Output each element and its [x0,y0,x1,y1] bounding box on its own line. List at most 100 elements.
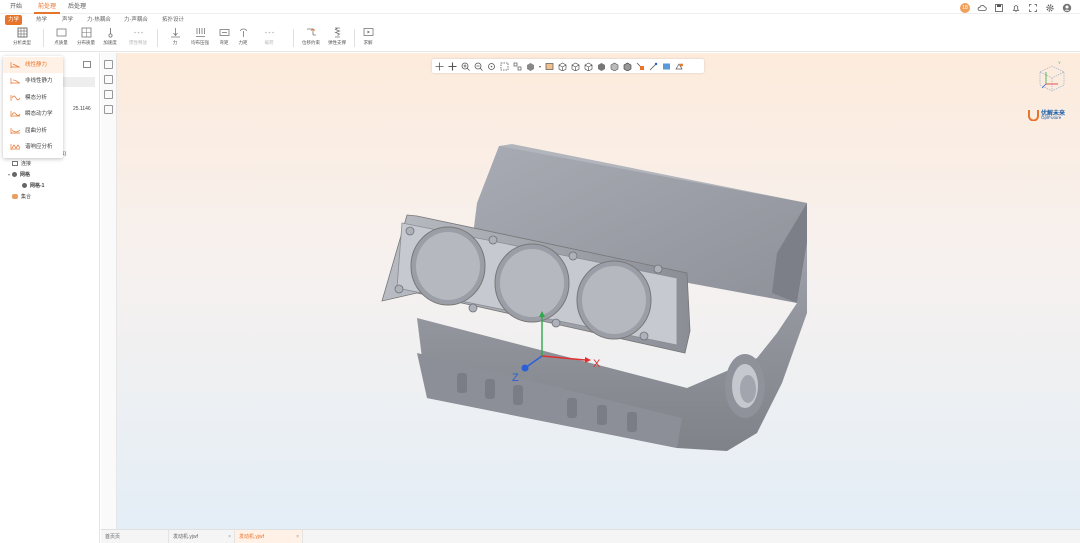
inertia-relief-button[interactable]: 惯性释放 [126,27,150,51]
toolbar-divider [354,29,355,47]
mesh-icon [12,172,18,178]
tool-label: 均布压强 [191,40,209,45]
dropdown-item-label: 屈曲分析 [25,128,48,134]
subtab-topology[interactable]: 拓扑设计 [162,15,184,25]
dropdown-item-linear-static[interactable]: 线性静力 [3,57,63,73]
uniform-pressure-button[interactable]: 均布压强 [188,27,212,51]
uniform-pressure-icon [195,28,205,37]
close-icon[interactable]: × [296,530,299,543]
settings-icon[interactable] [1045,3,1055,13]
modal-analysis-icon [10,95,21,101]
dropdown-item-transient[interactable]: 瞬态动力学 [3,106,63,122]
list-view-icon[interactable] [104,90,113,99]
harmonic-response-icon [10,144,21,150]
acceleration-icon [108,28,113,38]
tree-item-connection[interactable]: 连接 [12,160,31,168]
point-mass-icon [56,28,66,37]
subtab-mechanics[interactable]: 力学 [5,15,23,25]
load-button[interactable]: 载荷 [257,27,281,51]
grid-view-icon[interactable] [104,105,113,114]
tree-item-set[interactable]: 集合 [12,193,31,201]
point-mass-button[interactable]: 点质量 [49,27,73,51]
subtab-acoustic[interactable]: 声学 [62,15,73,25]
inertia-relief-icon [133,31,143,34]
tree-item-mesh[interactable]: ▾ 网格 [8,171,30,179]
panel-collapse-icon[interactable] [83,61,91,68]
tool-label: 加速度 [103,40,117,45]
distributed-mass-button[interactable]: 分布质量 [74,27,98,51]
tab-label: 发动机.yjwf [173,534,199,540]
displacement-constraint-icon [306,28,316,36]
tool-label: 惯性释放 [129,40,147,45]
dropdown-item-harmonic[interactable]: 谐响应分析 [3,139,63,155]
dropdown-item-buckling[interactable]: 屈曲分析 [3,123,63,139]
analysis-type-label: 分析类型 [13,40,31,45]
dropdown-item-label: 非线性静力 [25,78,53,84]
axis-x-label: X [593,358,601,370]
top-icons: 18 [960,2,1072,14]
image-view-icon[interactable] [104,75,113,84]
tree-item-label: 连接 [21,161,32,167]
subtab-thermal[interactable]: 热学 [36,15,47,25]
analysis-type-button[interactable]: 分析类型 [7,27,37,51]
tab-engine-file-2[interactable]: 发动机.yjwf × [235,530,303,543]
tab-label: 首页页 [105,534,121,540]
engine-block-model[interactable]: X Z Y [117,53,1080,529]
3d-viewport[interactable]: ▾ Y 优解未来 OptFuture X Z Y [117,53,1080,529]
linear-static-icon [10,62,20,68]
bell-icon[interactable] [1011,3,1021,13]
top-menu-bar: 开始 前处理 后处理 18 [0,0,1080,14]
chevron-down-icon[interactable]: ▾ [8,172,10,177]
tab-home[interactable]: 首页页 [101,530,169,543]
tab-label: 发动机.yjwf [239,534,265,540]
menu-preprocess[interactable]: 前处理 [33,0,61,14]
nonlinear-static-icon [10,78,20,84]
mesh-icon [22,183,27,189]
dropdown-item-modal[interactable]: 模态分析 [3,90,63,106]
elastic-support-button[interactable]: 弹性支撑 [325,27,349,51]
tab-engine-file-1[interactable]: 发动机.yjwf × [169,530,235,543]
torque-icon [239,28,247,37]
model-view-icon[interactable] [104,60,113,69]
force-icon [170,28,180,38]
menu-start[interactable]: 开始 [10,0,22,14]
transient-dynamics-icon [10,111,21,117]
toolbar-divider [43,29,44,47]
subtab-thermal-coupling[interactable]: 力-热耦合 [87,15,111,25]
tree-item-label: 网格-1 [30,183,45,189]
tool-label: 点质量 [54,40,68,45]
save-icon[interactable] [994,3,1004,13]
solve-button[interactable]: 求解 [356,27,380,51]
tool-label: 弹性支撑 [328,40,346,45]
ribbon-toolbar: 分析类型 点质量 分布质量 加速度 惯性释放 力 均布压强 弯矩 力矩 载荷 位… [0,25,1080,52]
dropdown-item-label: 模态分析 [25,95,48,101]
tool-label: 载荷 [264,40,274,45]
torque-button[interactable]: 力矩 [231,27,255,51]
document-tab-bar: 首页页 发动机.yjwf × 发动机.yjwf × [101,529,1080,543]
set-icon [12,194,18,200]
account-icon[interactable] [1062,3,1072,13]
axis-z-label: Z [512,372,519,384]
dropdown-item-label: 线性静力 [25,62,48,68]
load-icon [264,31,274,34]
tool-label: 力矩 [238,40,248,45]
fullscreen-icon[interactable] [1028,3,1038,13]
elastic-support-icon [333,27,341,38]
tool-label: 求解 [363,40,373,45]
tree-item-mesh-1[interactable]: 网格-1 [22,182,44,190]
user-badge-icon[interactable]: 18 [960,3,970,13]
acceleration-button[interactable]: 加速度 [98,27,122,51]
force-button[interactable]: 力 [163,27,187,51]
subtab-acoustic-coupling[interactable]: 力-声耦合 [124,15,148,25]
displacement-constraint-button[interactable]: 位移约束 [299,27,323,51]
cloud-icon[interactable] [977,3,987,13]
menu-postprocess[interactable]: 后处理 [68,0,86,14]
sub-tabs: 力学 热学 声学 力-热耦合 力-声耦合 拓扑设计 [0,15,1080,25]
close-icon[interactable]: × [228,530,231,543]
vertical-tool-strip [101,53,117,529]
tool-label: 位移约束 [302,40,320,45]
toolbar-divider [157,29,158,47]
solve-icon [363,28,373,36]
distributed-mass-icon [81,27,91,38]
dropdown-item-nonlinear-static[interactable]: 非线性静力 [3,73,63,89]
